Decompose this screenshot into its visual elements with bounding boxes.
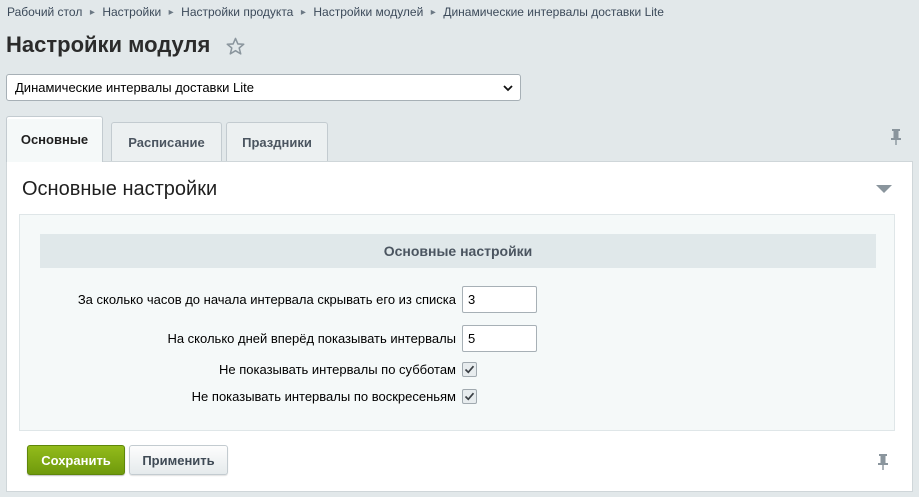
tab-schedule[interactable]: Расписание xyxy=(111,122,222,162)
apply-button[interactable]: Применить xyxy=(129,445,228,475)
show-days-label: На сколько дней вперёд показывать интерв… xyxy=(167,331,456,346)
page-title: Настройки модуля xyxy=(6,32,211,57)
settings-panel: Основные настройки Основные настройки За… xyxy=(6,161,913,492)
show-days-input[interactable] xyxy=(462,325,537,352)
tab-holidays-label: Праздники xyxy=(242,135,312,150)
tab-holidays[interactable]: Праздники xyxy=(226,122,328,162)
chevron-down-icon xyxy=(503,85,513,92)
breadcrumb-item-desktop[interactable]: Рабочий стол xyxy=(7,5,82,19)
no-saturday-checkbox[interactable] xyxy=(462,362,477,377)
tab-schedule-label: Расписание xyxy=(128,135,205,150)
breadcrumb-item-product-settings[interactable]: Настройки продукта xyxy=(181,5,293,19)
form-row-hide-hours: За сколько часов до начала интервала скр… xyxy=(20,286,896,314)
chevron-right-icon: ▸ xyxy=(168,6,174,18)
form-row-no-sunday: Не показывать интервалы по воскресеньям xyxy=(20,383,896,411)
no-sunday-checkbox[interactable] xyxy=(462,389,477,404)
breadcrumb-item-current-module[interactable]: Динамические интервалы доставки Lite xyxy=(443,5,664,19)
pin-icon[interactable] xyxy=(889,128,903,146)
pin-icon[interactable] xyxy=(876,453,890,471)
checkmark-icon xyxy=(464,365,475,374)
module-select-value: Динамические интервалы доставки Lite xyxy=(15,80,254,95)
form-area: Основные настройки За сколько часов до н… xyxy=(19,214,895,431)
no-saturday-label: Не показывать интервалы по субботам xyxy=(219,362,456,377)
save-button[interactable]: Сохранить xyxy=(27,445,125,475)
tab-main[interactable]: Основные xyxy=(6,116,103,162)
star-icon[interactable] xyxy=(226,37,245,56)
checkmark-icon xyxy=(464,392,475,401)
hide-hours-input[interactable] xyxy=(462,286,537,313)
breadcrumb-item-settings[interactable]: Настройки xyxy=(102,5,161,19)
chevron-right-icon: ▸ xyxy=(300,6,306,18)
chevron-right-icon: ▸ xyxy=(430,6,436,18)
no-sunday-label: Не показывать интервалы по воскресеньям xyxy=(191,389,456,404)
section-heading: Основные настройки xyxy=(22,178,218,200)
breadcrumb-item-module-settings[interactable]: Настройки модулей xyxy=(313,5,423,19)
form-section-header: Основные настройки xyxy=(40,234,876,268)
form-row-show-days: На сколько дней вперёд показывать интерв… xyxy=(20,325,896,353)
breadcrumb: Рабочий стол ▸ Настройки ▸ Настройки про… xyxy=(7,5,664,19)
form-row-no-saturday: Не показывать интервалы по субботам xyxy=(20,356,896,384)
module-select[interactable]: Динамические интервалы доставки Lite xyxy=(6,74,521,101)
tab-main-label: Основные xyxy=(20,132,89,147)
triangle-down-icon[interactable] xyxy=(876,184,892,194)
hide-hours-label: За сколько часов до начала интервала скр… xyxy=(77,292,456,307)
chevron-right-icon: ▸ xyxy=(89,6,95,18)
